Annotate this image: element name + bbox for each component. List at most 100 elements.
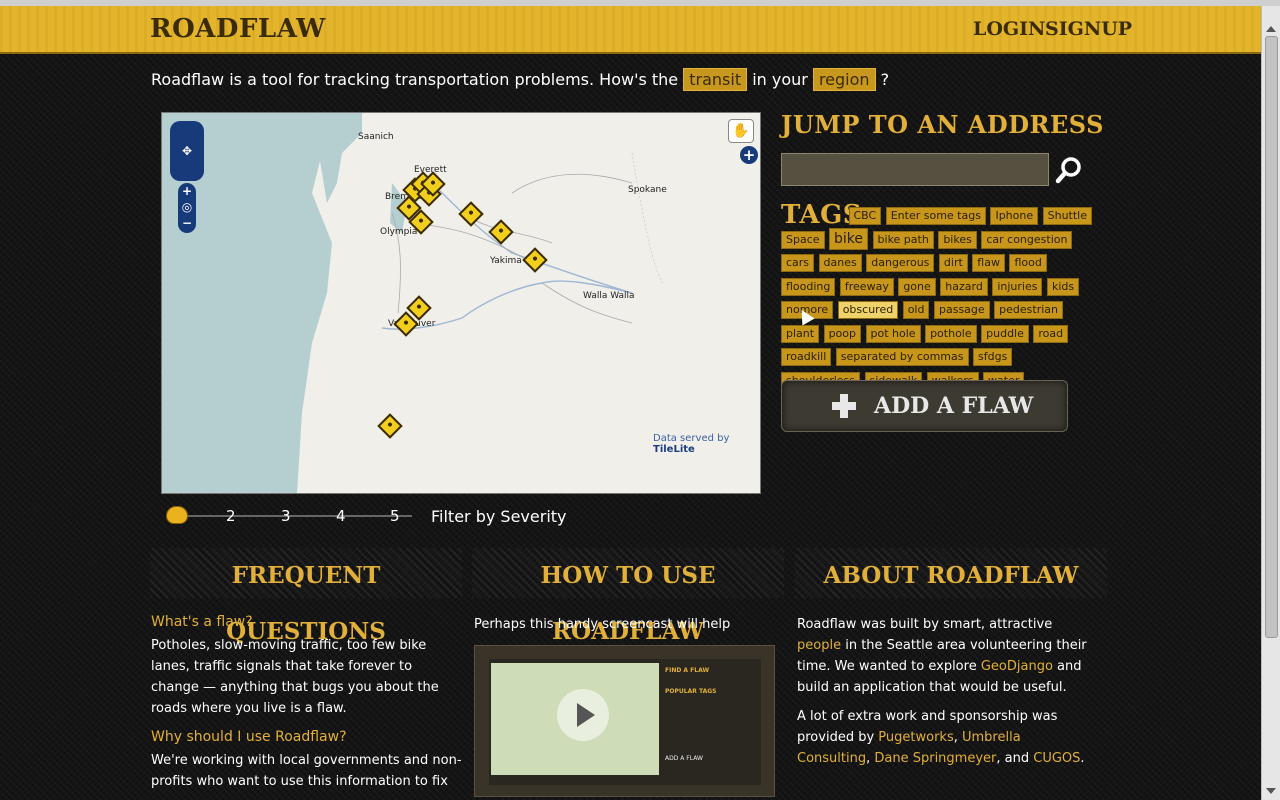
tag[interactable]: hazard [940,277,988,296]
about-text: Roadflaw was built by smart, attractive [797,617,1053,632]
tilelite-link[interactable]: TileLite [653,444,695,455]
about-paragraph-1: Roadflaw was built by smart, attractive … [797,614,1097,698]
tag[interactable]: sfdgs [973,348,1013,366]
people-link[interactable]: people [797,638,841,653]
address-search-input[interactable] [782,154,1048,183]
credit-prefix: Data served by [653,433,730,444]
faq-answer-1: Potholes, slow-moving traffic, too few b… [151,638,439,716]
region-chip[interactable]: region [812,68,876,91]
tag[interactable]: danes [818,254,862,272]
intro-text-middle: in your [752,70,808,89]
tag[interactable]: flooding [781,277,836,296]
signup-link[interactable]: SIGNUP [1045,18,1132,40]
tag[interactable]: gone [898,277,936,296]
severity-tick: 3 [281,507,291,525]
map-city-label: Yakima [490,256,522,266]
tag[interactable]: flaw [972,254,1005,272]
tag[interactable]: CBC [848,207,882,225]
tag[interactable]: dirt [938,254,968,272]
map-credit: Data served by TileLite [653,433,760,455]
page-scrollbar[interactable] [1261,6,1280,800]
tag[interactable]: puddle [981,324,1029,343]
tag[interactable]: pedestrian [994,301,1064,319]
screencast-video[interactable]: FIND A FLAW POPULAR TAGS ADD A FLAW [474,645,775,797]
scroll-thumb[interactable] [1265,36,1278,638]
tag[interactable]: poop [823,324,862,343]
tag[interactable]: separated by commas [835,348,969,366]
howto-title: HOW TO USE ROADFLAW [540,562,716,645]
tag[interactable]: pot hole [865,324,921,343]
tag[interactable]: plant [781,324,820,343]
tag[interactable]: road [1033,324,1069,343]
filter-severity-label: Filter by Severity [431,507,567,526]
login-link[interactable]: LOGIN [973,18,1045,40]
tag[interactable]: old [902,301,930,319]
tag[interactable]: injuries [992,277,1043,296]
jump-to-address-title: JUMP TO AN ADDRESS [781,110,1104,139]
add-a-flaw-label: ADD A FLAW [874,393,1034,419]
scroll-up-icon[interactable] [1266,26,1276,32]
search-icon[interactable] [1055,156,1083,184]
screencast-find-label: FIND A FLAW [665,667,710,674]
tag[interactable]: Shuttle [1042,207,1093,225]
tag[interactable]: passage [933,301,990,319]
tag[interactable]: flood [1009,254,1047,272]
faq-header: FREQUENT QUESTIONS [150,548,462,645]
faq-question-2[interactable]: Why should I use Roadflaw? [151,727,463,748]
add-a-flaw-button[interactable]: ADD A FLAW [781,380,1068,432]
zoom-control[interactable]: + ◎ − [178,183,196,233]
tag[interactable]: kids [1046,277,1080,296]
intro-text-before: Roadflaw is a tool for tracking transpor… [151,70,679,89]
map-city-label: Olympia [380,227,418,237]
about-header: ABOUT ROADFLAW [795,548,1107,598]
address-search-box [781,153,1049,186]
site-logo[interactable]: ROADFLAW [150,14,326,44]
cugos-link[interactable]: CUGOS [1033,751,1080,766]
tag[interactable]: freeway [839,277,894,296]
plus-icon [832,394,856,418]
tag[interactable]: Space [781,230,825,249]
faq-answer-2: We're working with local governments and… [151,753,462,789]
tag[interactable]: roadkill [781,348,832,366]
tag[interactable]: bike [829,227,869,250]
tag[interactable]: Iphone [990,207,1039,225]
map-city-label: Saanich [358,132,394,142]
tag[interactable]: cars [781,254,815,272]
pan-control[interactable]: ✥ [170,121,204,181]
about-title: ABOUT ROADFLAW [823,562,1079,589]
geodjango-link[interactable]: GeoDjango [981,659,1053,674]
slider-knob[interactable] [166,506,188,524]
screencast-thumbnail: FIND A FLAW POPULAR TAGS ADD A FLAW [489,659,761,785]
about-column: Roadflaw was built by smart, attractive … [797,614,1097,777]
about-text: . [1080,751,1085,766]
tag[interactable]: car congestion [981,230,1073,249]
howto-header: HOW TO USE ROADFLAW [472,548,784,645]
pugetworks-link[interactable]: Pugetworks [878,730,953,745]
slider-track [174,515,412,517]
tag[interactable]: bike path [872,230,934,249]
tag[interactable]: dangerous [866,254,935,272]
scroll-down-icon[interactable] [1266,788,1276,794]
top-bar: ROADFLAW LOGIN SIGNUP [0,6,1262,54]
severity-tick: 5 [390,507,400,525]
intro-text-after: ? [880,70,890,89]
play-icon[interactable] [557,689,609,741]
dane-springmeyer-link[interactable]: Dane Springmeyer [874,751,996,766]
map-city-label: Spokane [628,185,667,195]
tag[interactable]: Enter some tags [885,207,986,225]
flaw-map[interactable]: ✥ +◎− ✋ + Saanich Everett Bremerton Olym… [161,112,761,494]
about-text: , and [996,751,1030,766]
faq-question-1[interactable]: What's a flaw? [151,612,463,633]
tag-active[interactable]: obscured [837,301,899,319]
layer-switcher-icon[interactable]: + [740,146,758,164]
screencast-add-label: ADD A FLAW [665,755,703,762]
hand-tool-icon[interactable]: ✋ [728,119,754,143]
screencast-sidepanel: FIND A FLAW POPULAR TAGS ADD A FLAW [665,663,757,775]
howto-text: Perhaps this handy screencast will help [474,617,731,632]
map-city-label: Walla Walla [583,291,635,301]
severity-slider[interactable]: 2 3 4 5 [166,504,426,528]
faq-column: What's a flaw? Potholes, slow-moving tra… [151,610,463,800]
transit-chip[interactable]: transit [683,68,748,91]
tag[interactable]: bikes [938,230,977,249]
tag[interactable]: pothole [925,324,977,343]
